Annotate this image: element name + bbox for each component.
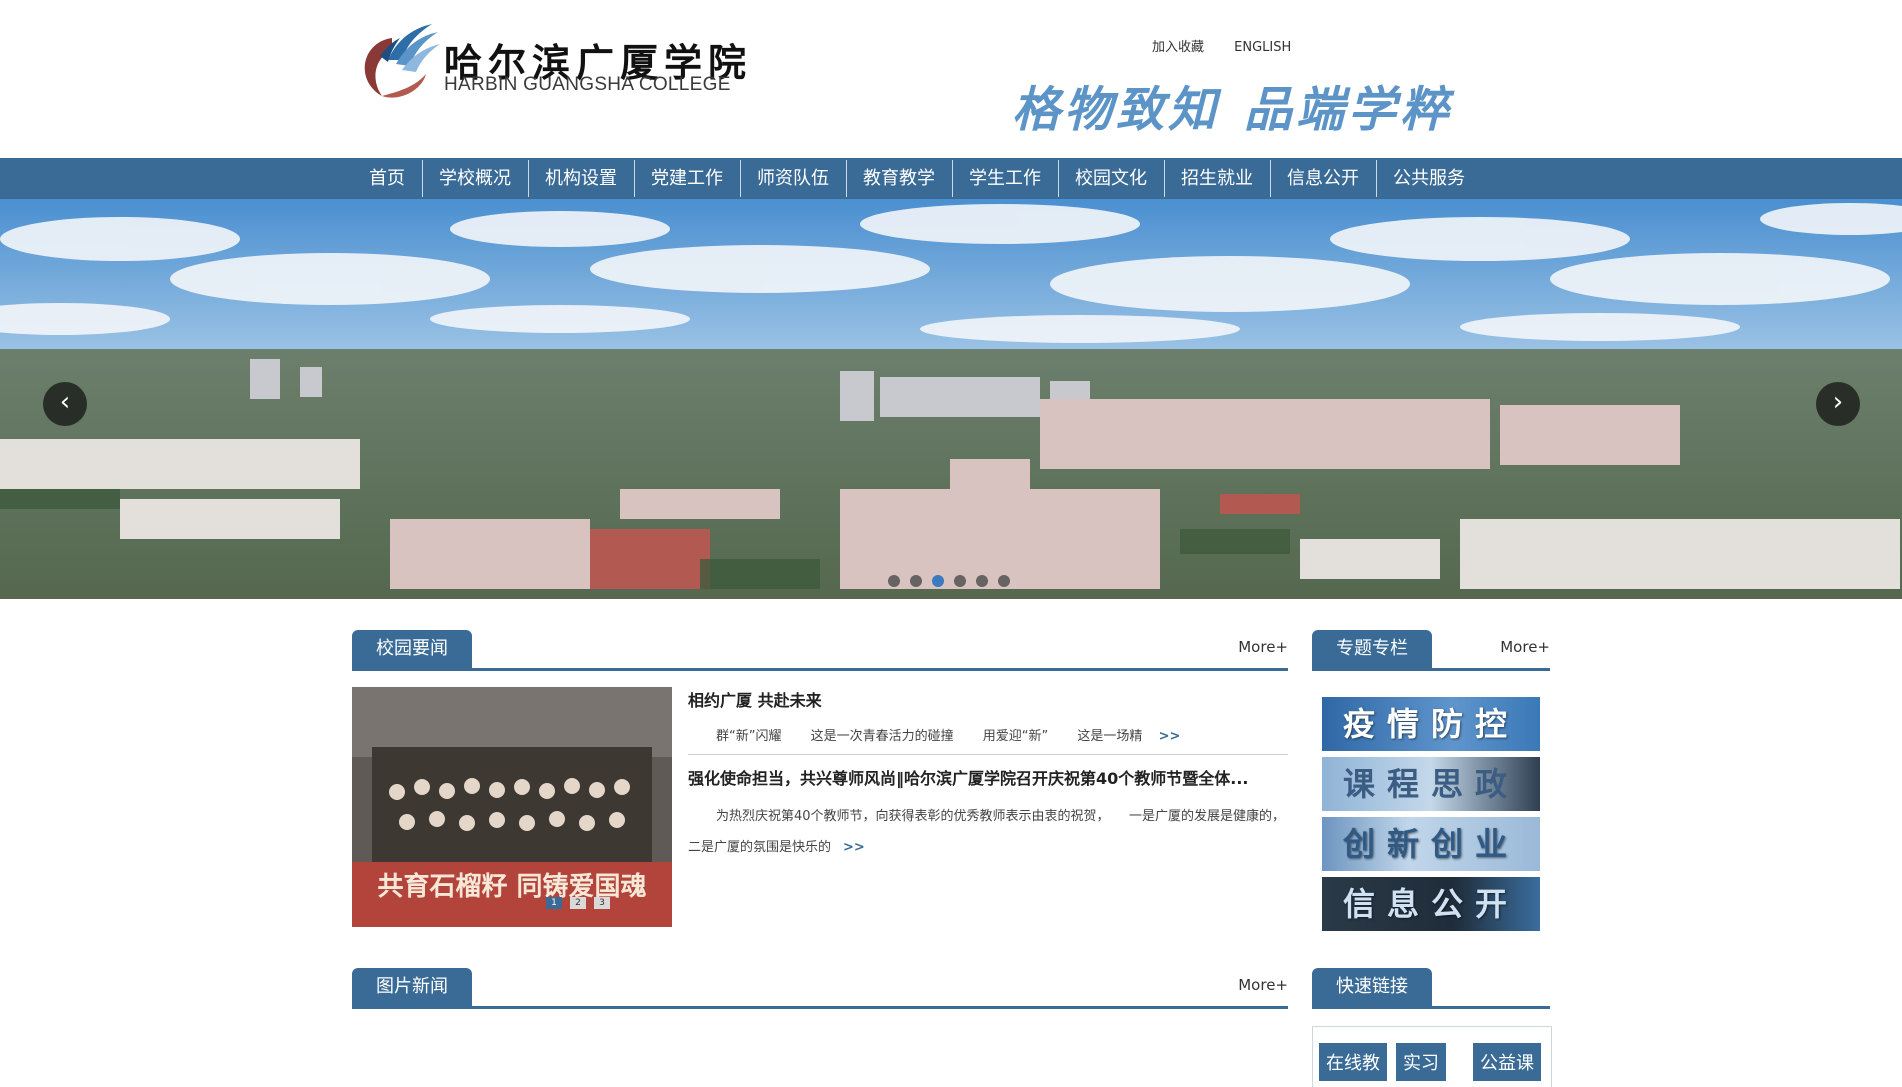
summary-part: 这是一场精	[1077, 729, 1143, 744]
photo-news-tab[interactable]: 图片新闻	[352, 968, 472, 1006]
nav-item-4[interactable]: 师资队伍	[740, 158, 846, 199]
nav-item-3[interactable]: 党建工作	[634, 158, 740, 199]
college-motto: 格物致知 品端学粹	[1012, 70, 1452, 140]
nav-item-9[interactable]: 信息公开	[1270, 158, 1376, 199]
nav-item-7[interactable]: 校园文化	[1058, 158, 1164, 199]
nav-item-6[interactable]: 学生工作	[952, 158, 1058, 199]
photo-news-more-link[interactable]: More+	[1238, 976, 1288, 994]
photo-pagination: 123	[546, 897, 610, 909]
quick-links-panel: 在线教 实习 公益课	[1312, 1026, 1552, 1087]
topic-course-ideology[interactable]: 课程思政	[1322, 757, 1540, 811]
motto-part-1: 格物致知	[1012, 82, 1221, 138]
banner-dot[interactable]	[910, 575, 922, 587]
banner-dot[interactable]	[932, 575, 944, 587]
site-header: 哈尔滨广厦学院 HARBIN GUANGSHA COLLEGE 加入收藏 ENG…	[0, 0, 1902, 158]
quick-links-header: 快速链接	[1312, 962, 1550, 1009]
nav-item-1[interactable]: 学校概况	[422, 158, 528, 199]
campus-news-header: 校园要闻 More+	[352, 624, 1288, 671]
english-link[interactable]: ENGLISH	[1234, 40, 1291, 55]
topic-label: 创新创业	[1342, 825, 1519, 863]
topic-innovation[interactable]: 创新创业	[1322, 817, 1540, 871]
banner-dot[interactable]	[976, 575, 988, 587]
campus-aerial-photo	[0, 199, 1902, 599]
banner-dot[interactable]	[998, 575, 1010, 587]
quick-links-tab[interactable]: 快速链接	[1312, 968, 1432, 1006]
news-item-summary: 为热烈庆祝第40个教师节，向获得表彰的优秀教师表示由衷的祝贺， 一是广厦的发展是…	[688, 801, 1305, 863]
logo-emblem-icon	[364, 24, 440, 98]
nav-item-8[interactable]: 招生就业	[1164, 158, 1270, 199]
topic-label: 课程思政	[1342, 765, 1519, 803]
news-item-more-link[interactable]: >>	[843, 840, 865, 855]
hero-banner: ‹ ›	[0, 199, 1902, 599]
nav-item-2[interactable]: 机构设置	[528, 158, 634, 199]
topics-tab[interactable]: 专题专栏	[1312, 630, 1432, 668]
topic-label: 疫情防控	[1342, 705, 1519, 743]
banner-dot[interactable]	[888, 575, 900, 587]
banner-pagination	[888, 575, 1010, 587]
topic-epidemic-control[interactable]: 疫情防控	[1322, 697, 1540, 751]
top-links: 加入收藏 ENGLISH	[1152, 36, 1317, 55]
chevron-right-icon: ›	[1832, 387, 1844, 417]
quick-link-public-course[interactable]: 公益课	[1473, 1043, 1541, 1081]
news-divider	[688, 754, 1288, 755]
photo-page-dot[interactable]: 3	[594, 897, 610, 909]
college-logo[interactable]: 哈尔滨广厦学院 HARBIN GUANGSHA COLLEGE	[352, 20, 772, 100]
news-item-more-link[interactable]: >>	[1159, 729, 1181, 744]
topic-information-disclosure[interactable]: 信息公开	[1322, 877, 1540, 931]
news-item-summary: 群“新”闪耀 这是一次青春活力的碰撞 用爱迎“新” 这是一场精 >>	[688, 725, 1288, 744]
news-group-photo: 共育石榴籽 同铸爱国魂	[352, 687, 672, 927]
campus-news-tab[interactable]: 校园要闻	[352, 630, 472, 668]
news-list: 相约广厦 共赴未来 群“新”闪耀 这是一次青春活力的碰撞 用爱迎“新” 这是一场…	[688, 687, 1305, 863]
add-favorite-link[interactable]: 加入收藏	[1152, 40, 1204, 55]
topics-header: 专题专栏 More+	[1312, 624, 1550, 671]
banner-next-button[interactable]: ›	[1816, 382, 1860, 426]
nav-item-5[interactable]: 教育教学	[846, 158, 952, 199]
photo-news-header: 图片新闻 More+	[352, 962, 1288, 1009]
topic-label: 信息公开	[1342, 885, 1519, 923]
chevron-left-icon: ‹	[59, 387, 71, 417]
summary-text: 为热烈庆祝第40个教师节，向获得表彰的优秀教师表示由衷的祝贺， 一是广厦的发展是…	[688, 809, 1305, 855]
topics-more-link[interactable]: More+	[1500, 638, 1550, 656]
summary-part: 群“新”闪耀	[716, 729, 782, 744]
news-photo-slider[interactable]: 共育石榴籽 同铸爱国魂 123	[352, 687, 672, 927]
banner-prev-button[interactable]: ‹	[43, 382, 87, 426]
quick-link-internship[interactable]: 实习	[1396, 1043, 1446, 1081]
quick-link-online-teaching[interactable]: 在线教	[1319, 1043, 1387, 1081]
news-item-title[interactable]: 相约广厦 共赴未来	[688, 687, 1288, 711]
summary-part: 用爱迎“新”	[982, 729, 1049, 744]
nav-item-0[interactable]: 首页	[352, 158, 422, 199]
main-nav: 首页 学校概况 机构设置 党建工作 师资队伍 教育教学 学生工作 校园文化 招生就业 信息公开 公共…	[0, 158, 1902, 199]
banner-dot[interactable]	[954, 575, 966, 587]
nav-item-10[interactable]: 公共服务	[1376, 158, 1482, 199]
campus-news-more-link[interactable]: More+	[1238, 638, 1288, 656]
news-item-title[interactable]: 强化使命担当，共兴尊师风尚‖哈尔滨广厦学院召开庆祝第40个教师节暨全体...	[688, 765, 1288, 789]
college-name-en: HARBIN GUANGSHA COLLEGE	[444, 74, 731, 95]
photo-page-dot[interactable]: 2	[570, 897, 586, 909]
summary-part: 这是一次青春活力的碰撞	[810, 729, 954, 744]
photo-page-dot[interactable]: 1	[546, 897, 562, 909]
motto-part-2: 品端学粹	[1244, 82, 1453, 138]
